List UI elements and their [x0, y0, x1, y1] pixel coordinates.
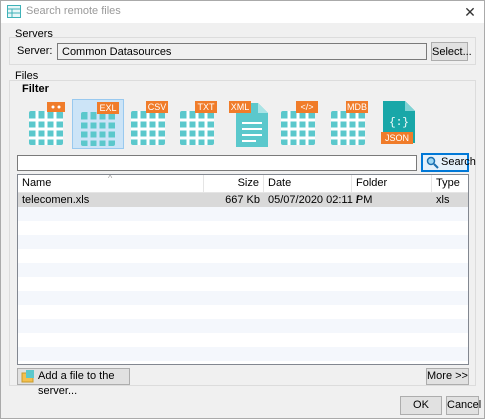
txt-badge: TXT: [198, 102, 216, 112]
column-header-date[interactable]: Date: [264, 175, 352, 192]
empty-row: [18, 319, 468, 333]
search-icon: [426, 156, 439, 169]
xml-file-icon: XML: [229, 101, 268, 147]
filter-mdb-button[interactable]: MDB: [327, 99, 379, 149]
cell-size: 667 Kb: [225, 194, 260, 206]
cell-folder: /: [356, 194, 360, 206]
csv-file-icon: CSV: [131, 101, 168, 145]
csv-badge: CSV: [148, 102, 167, 112]
xml-badge: XML: [231, 102, 250, 112]
add-file-button[interactable]: Add a file to the server...: [17, 368, 130, 397]
filter-excel-button[interactable]: EXL: [72, 99, 124, 149]
empty-row: [18, 291, 468, 305]
mdb-file-icon: MDB: [331, 101, 368, 145]
close-icon: ✕: [464, 4, 476, 20]
svg-text:{:}: {:}: [389, 117, 409, 129]
html-badge: </>: [300, 102, 313, 112]
filter-xml-button[interactable]: XML: [228, 99, 280, 149]
empty-row: [18, 347, 468, 361]
file-list-header: ^ Name Size Date Folder Type: [18, 175, 468, 193]
column-header-type[interactable]: Type: [432, 175, 468, 192]
filter-generic-button[interactable]: [19, 99, 71, 149]
server-field[interactable]: Common Datasources: [57, 43, 427, 60]
filter-txt-button[interactable]: TXT: [176, 99, 228, 149]
empty-row: [18, 207, 468, 221]
json-file-icon: {:} JSON: [381, 101, 415, 144]
close-button[interactable]: ✕: [460, 3, 480, 21]
title-bar: Search remote files ✕: [1, 1, 484, 23]
filter-csv-button[interactable]: CSV: [125, 99, 177, 149]
file-list[interactable]: ^ Name Size Date Folder Type telecomen.x…: [17, 174, 469, 365]
app-icon: [7, 5, 21, 18]
html-file-icon: </>: [281, 101, 318, 145]
column-header-name[interactable]: Name: [18, 175, 204, 192]
excel-badge: EXL: [99, 103, 116, 113]
cancel-button[interactable]: Cancel: [446, 396, 481, 415]
search-button-label: Search: [441, 156, 476, 168]
table-row[interactable]: telecomen.xls 667 Kb 05/07/2020 02:11 PM…: [18, 193, 468, 207]
search-remote-files-dialog: Search remote files ✕ Servers Server: Co…: [0, 0, 485, 419]
txt-file-icon: TXT: [180, 101, 217, 145]
filter-html-button[interactable]: </>: [277, 99, 329, 149]
more-button[interactable]: More >>: [426, 368, 469, 385]
column-header-size[interactable]: Size: [204, 175, 264, 192]
mdb-badge: MDB: [347, 102, 367, 112]
add-file-button-label: Add a file to the server...: [38, 370, 115, 397]
cell-name: telecomen.xls: [22, 194, 90, 206]
empty-row: [18, 263, 468, 277]
search-button[interactable]: Search: [421, 153, 476, 172]
add-file-icon: [21, 370, 34, 383]
window-title: Search remote files: [26, 5, 121, 17]
column-header-folder[interactable]: Folder: [352, 175, 432, 192]
filter-json-button[interactable]: {:} JSON: [379, 99, 431, 149]
server-label: Server:: [17, 45, 53, 57]
cell-type: xls: [436, 194, 450, 206]
json-badge: JSON: [385, 133, 409, 143]
excel-file-icon: EXL: [81, 102, 119, 146]
grid-file-icon: [29, 102, 65, 145]
empty-row: [18, 235, 468, 249]
ok-button[interactable]: OK: [400, 396, 442, 415]
search-input[interactable]: [17, 155, 417, 171]
filter-label: Filter: [22, 83, 49, 95]
select-server-button[interactable]: Select...: [431, 42, 472, 61]
